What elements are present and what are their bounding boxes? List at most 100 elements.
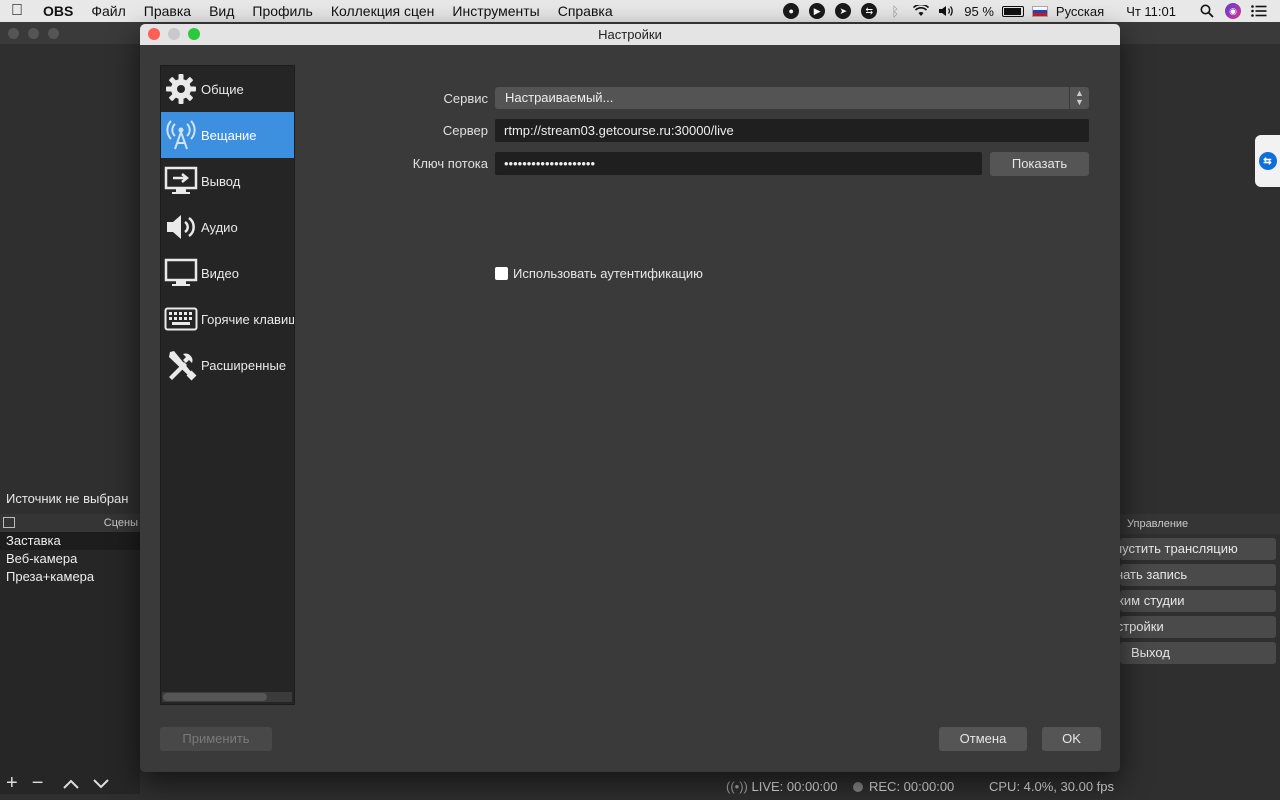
auth-checkbox[interactable] — [495, 267, 508, 280]
menu-file[interactable]: Файл — [82, 3, 134, 19]
teamviewer-tray-icon[interactable]: ⇆ — [860, 2, 878, 20]
clock[interactable]: Чт 11:01 — [1126, 4, 1176, 19]
main-close-button[interactable] — [8, 28, 19, 39]
auth-checkbox-label: Использовать аутентификацию — [513, 266, 703, 281]
minimize-button[interactable] — [168, 28, 180, 40]
service-select[interactable]: Настраиваемый... ▲ ▼ — [495, 87, 1089, 109]
speaker-icon — [161, 213, 201, 241]
menu-help[interactable]: Справка — [549, 3, 622, 19]
zoom-tray-icon[interactable]: ▶ — [808, 2, 826, 20]
monitor-icon — [161, 258, 201, 288]
scene-item[interactable]: Веб-камера — [0, 550, 140, 568]
live-timer: LIVE: 00:00:00 — [751, 779, 838, 794]
nav-label: Вещание — [201, 127, 257, 143]
stream-key-input[interactable]: •••••••••••••••••••• — [495, 152, 982, 175]
stream-settings-form: Сервис Настраиваемый... ▲ ▼ Сервер rtmp:/… — [315, 65, 1100, 705]
menu-tools[interactable]: Инструменты — [443, 3, 548, 19]
zoom-button[interactable] — [188, 28, 200, 40]
siri-icon[interactable]: ◉ — [1224, 2, 1242, 20]
settings-nav: Общие Вещание Вывод Аудио Видео Горячие … — [160, 65, 295, 705]
teamviewer-icon: ⇆ — [1258, 152, 1277, 170]
studio-mode-button[interactable]: Режим студии — [1120, 590, 1276, 612]
gear-icon — [161, 73, 201, 105]
scene-item[interactable]: Преза+камера — [0, 568, 140, 586]
menu-scene-collection[interactable]: Коллекция сцен — [322, 3, 444, 19]
russian-flag-icon[interactable] — [1031, 5, 1048, 17]
stream-key-label: Ключ потока — [412, 156, 488, 171]
menu-app-name[interactable]: OBS — [34, 3, 82, 19]
service-value: Настраиваемый... — [505, 90, 614, 105]
settings-dialog: Настройки Общие Вещание Вывод Аудио Виде… — [140, 24, 1120, 772]
nav-label: Аудио — [201, 219, 238, 235]
notification-center-icon[interactable] — [1250, 2, 1268, 20]
stream-key-row: Ключ потока •••••••••••••••••••• Показат… — [315, 152, 1090, 176]
rec-timer: REC: 00:00:00 — [869, 779, 955, 794]
service-label: Сервис — [443, 91, 488, 106]
no-source-label: Источник не выбран — [6, 491, 129, 506]
obs-tray-icon[interactable]: ● — [782, 2, 800, 20]
menu-view[interactable]: Вид — [200, 3, 243, 19]
scene-item[interactable]: Заставка — [0, 532, 140, 550]
rec-dot-icon — [853, 782, 863, 792]
main-zoom-button[interactable] — [48, 28, 59, 39]
controls-header: Управление — [1120, 514, 1280, 534]
spotlight-search-icon[interactable] — [1198, 2, 1216, 20]
tools-icon — [161, 348, 201, 382]
server-label: Сервер — [442, 123, 488, 138]
wifi-icon[interactable] — [912, 2, 930, 20]
input-language[interactable]: Русская — [1056, 4, 1104, 19]
nav-item-output[interactable]: Вывод — [161, 158, 294, 204]
server-row: Сервер rtmp://stream03.getcourse.ru:3000… — [315, 119, 1090, 143]
scenes-panel: Сцены Заставка Веб-камера Преза+камера — [0, 514, 140, 794]
start-streaming-button[interactable]: Запустить трансляцию — [1120, 538, 1276, 560]
controls-panel: Управление Запустить трансляцию Начать з… — [1120, 514, 1280, 674]
broadcast-icon — [161, 119, 201, 151]
nav-label: Расширенные — [201, 357, 287, 373]
cpu-status: CPU: 4.0%, 30.00 fps — [989, 779, 1115, 794]
nav-item-stream[interactable]: Вещание — [161, 112, 294, 158]
cancel-button[interactable]: Отмена — [939, 727, 1027, 751]
service-row: Сервис Настраиваемый... ▲ ▼ — [315, 87, 1090, 111]
nav-label: Вывод — [201, 173, 241, 189]
close-button[interactable] — [148, 28, 160, 40]
statusbar: ((•)) LIVE: 00:00:00 REC: 00:00:00 CPU: … — [0, 776, 1280, 798]
menu-edit[interactable]: Правка — [135, 3, 200, 19]
dialog-title: Настройки — [598, 27, 662, 42]
scenes-title: Сцены — [103, 517, 138, 529]
menu-profile[interactable]: Профиль — [243, 3, 321, 19]
scenes-header: Сцены — [0, 514, 140, 532]
auth-checkbox-row[interactable]: Использовать аутентификацию — [495, 266, 703, 281]
settings-button[interactable]: Настройки — [1120, 616, 1276, 638]
keyboard-icon — [161, 307, 201, 331]
nav-item-hotkeys[interactable]: Горячие клавиши — [161, 296, 294, 342]
live-status: ((•)) LIVE: 00:00:00 — [726, 779, 838, 794]
dialog-titlebar: Настройки — [140, 24, 1120, 45]
bluetooth-icon[interactable]: ᛒ — [886, 2, 904, 20]
volume-icon[interactable] — [938, 2, 956, 20]
rec-status: REC: 00:00:00 — [853, 779, 954, 794]
undock-icon[interactable] — [3, 517, 15, 528]
battery-icon[interactable] — [1001, 5, 1024, 17]
nav-item-general[interactable]: Общие — [161, 66, 294, 112]
nav-item-advanced[interactable]: Расширенные — [161, 342, 294, 388]
status-menus: ● ▶ ➤ ⇆ ᛒ 95 % Русская Чт 11:01 ◉ — [782, 0, 1280, 22]
nav-item-audio[interactable]: Аудио — [161, 204, 294, 250]
apply-button[interactable]: Применить — [160, 727, 272, 751]
server-input[interactable]: rtmp://stream03.getcourse.ru:30000/live — [495, 119, 1089, 142]
ok-button[interactable]: OK — [1042, 727, 1101, 751]
output-icon — [161, 166, 201, 196]
battery-percent: 95 % — [964, 3, 994, 19]
show-key-button[interactable]: Показать — [990, 152, 1089, 176]
nav-item-video[interactable]: Видео — [161, 250, 294, 296]
nav-scrollbar-thumb[interactable] — [163, 693, 267, 701]
telegram-tray-icon[interactable]: ➤ — [834, 2, 852, 20]
exit-button[interactable]: Выход — [1120, 642, 1276, 664]
broadcast-status-icon: ((•)) — [726, 779, 748, 794]
start-recording-button[interactable]: Начать запись — [1120, 564, 1276, 586]
nav-label: Видео — [201, 265, 239, 281]
teamviewer-side-panel[interactable]: ⇆ — [1255, 135, 1280, 187]
main-minimize-button[interactable] — [28, 28, 39, 39]
updown-arrows-icon: ▲ ▼ — [1069, 87, 1089, 109]
nav-label: Общие — [201, 81, 244, 97]
apple-menu-icon[interactable]:  — [0, 2, 34, 20]
